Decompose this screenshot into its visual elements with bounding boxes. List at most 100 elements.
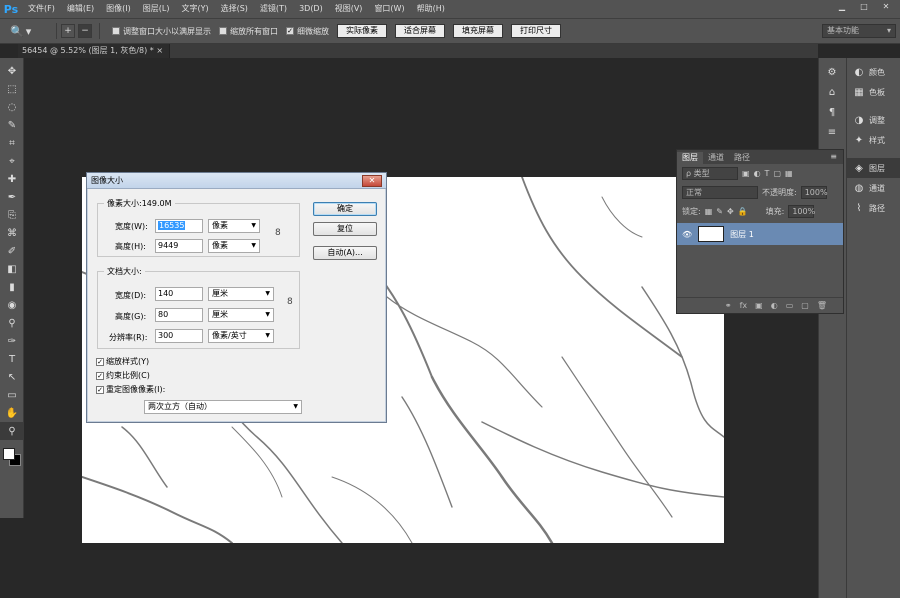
history-panel-button[interactable]: ⚙ [819,62,846,82]
brush-tool-icon[interactable]: ✒ [0,188,24,206]
checkbox-box[interactable]: ✓ [96,357,104,366]
shape-tool-icon[interactable]: ▭ [0,386,24,404]
fill-screen-button[interactable]: 填充屏幕 [453,24,503,38]
new-group-icon[interactable]: ▭ [786,301,794,310]
adjustments-panel-button[interactable]: ◑ 调整 [847,110,900,130]
layer-filter-select[interactable]: ρ 类型 [682,167,738,180]
menu-select[interactable]: 选择(S) [215,0,254,18]
blend-mode-select[interactable]: 正常 [682,186,758,199]
checkbox-box[interactable]: ✓ [96,371,104,380]
swatches-panel-button[interactable]: ▦ 色板 [847,82,900,102]
healing-brush-tool-icon[interactable]: ✚ [0,170,24,188]
type-tool-icon[interactable]: T [0,350,24,368]
resolution-unit-select[interactable]: 像素/英寸 ▼ [208,329,274,343]
menu-window[interactable]: 窗口(W) [368,0,410,18]
doc-width-input[interactable]: 140 [155,287,203,301]
lock-position-icon[interactable]: ✥ [727,207,734,216]
panel-menu-icon[interactable]: ≡ [830,152,837,161]
dodge-tool-icon[interactable]: ◉ [0,296,24,314]
print-size-button[interactable]: 打印尺寸 [511,24,561,38]
actual-pixels-button[interactable]: 实际像素 [337,24,387,38]
pixel-height-input[interactable]: 9449 [155,239,203,253]
maximize-button[interactable]: □ [854,1,874,13]
dialog-close-button[interactable]: ✕ [362,175,382,187]
fit-screen-button[interactable]: 适合屏幕 [395,24,445,38]
channels-panel-button[interactable]: ◍ 通道 [847,178,900,198]
hand-tool-icon[interactable]: ✋ [0,404,24,422]
delete-layer-icon[interactable]: 🗑 [817,301,827,310]
zoom-tool-icon[interactable]: ⚲ [0,422,24,440]
fill-input[interactable]: 100% [788,205,815,218]
new-layer-icon[interactable]: ▢ [801,301,809,310]
checkbox-box[interactable]: ✓ [286,27,294,35]
doc-height-unit-select[interactable]: 厘米 ▼ [208,308,274,322]
marquee-tool-icon[interactable]: ⬚ [0,80,24,98]
pixel-width-unit-select[interactable]: 像素 ▼ [208,219,260,233]
gradient-tool-icon[interactable]: ◧ [0,260,24,278]
pixel-width-input[interactable]: 16535 [155,219,203,233]
resample-checkbox[interactable]: ✓ 重定图像像素(I): [96,384,165,395]
menu-view[interactable]: 视图(V) [329,0,369,18]
zoom-all-checkbox[interactable]: 缩放所有窗口 [219,26,278,37]
foreground-color-swatch[interactable] [3,448,15,460]
pen-anchor-tool-icon[interactable]: ✑ [0,332,24,350]
pixel-height-unit-select[interactable]: 像素 ▼ [208,239,260,253]
doc-height-input[interactable]: 80 [155,308,203,322]
pen-tool-icon[interactable]: ⚲ [0,314,24,332]
lock-all-icon[interactable]: 🔒 [738,207,748,216]
filter-smart-icon[interactable]: ▦ [785,169,793,178]
path-select-tool-icon[interactable]: ↖ [0,368,24,386]
styles-panel-button[interactable]: ✦ 样式 [847,130,900,150]
checkbox-box[interactable] [219,27,227,35]
resolution-input[interactable]: 300 [155,329,203,343]
tab-paths[interactable]: 路径 [729,152,755,164]
resample-method-select[interactable]: 两次立方（自动） ▼ [144,400,302,414]
filter-type-icon[interactable]: T [765,169,770,178]
menu-layer[interactable]: 图层(L) [137,0,176,18]
new-adjustment-icon[interactable]: ◐ [771,301,778,310]
minimize-button[interactable]: ▁ [832,1,852,13]
menu-edit[interactable]: 编辑(E) [61,0,100,18]
zoom-out-icon[interactable]: − [78,24,92,38]
layer-style-icon[interactable]: fx [740,301,748,310]
menu-image[interactable]: 图像(I) [100,0,137,18]
eraser-tool-icon[interactable]: ✐ [0,242,24,260]
menu-type[interactable]: 文字(Y) [175,0,214,18]
link-layers-icon[interactable]: ⚭ [725,301,732,310]
close-button[interactable]: ✕ [876,1,896,13]
add-mask-icon[interactable]: ▣ [755,301,763,310]
visibility-eye-icon[interactable]: 👁 [682,230,692,239]
menu-3d[interactable]: 3D(D) [293,0,329,18]
constrain-proportions-checkbox[interactable]: ✓ 约束比例(C) [96,370,150,381]
menu-filter[interactable]: 滤镜(T) [254,0,293,18]
scrubby-zoom-checkbox[interactable]: ✓ 细微缩放 [286,26,329,37]
filter-shape-icon[interactable]: ▢ [773,169,781,178]
opacity-input[interactable]: 100% [800,186,828,199]
checkbox-box[interactable] [112,27,120,35]
auto-button[interactable]: 自动(A)... [313,246,377,260]
layers-panel-button[interactable]: ◈ 图层 [847,158,900,178]
blur-tool-icon[interactable]: ▮ [0,278,24,296]
menu-file[interactable]: 文件(F) [22,0,61,18]
lock-transparent-icon[interactable]: ▦ [705,207,713,216]
lasso-tool-icon[interactable]: ◌ [0,98,24,116]
filter-pixel-icon[interactable]: ▣ [742,169,750,178]
paths-panel-button[interactable]: ⌇ 路径 [847,198,900,218]
layer-row[interactable]: 👁 图层 1 [677,223,843,245]
quick-select-tool-icon[interactable]: ✎ [0,116,24,134]
doc-width-unit-select[interactable]: 厘米 ▼ [208,287,274,301]
document-tab[interactable]: 56454 @ 5.52% (图层 1, 灰色/8) * × [18,44,170,58]
ok-button[interactable]: 确定 [313,202,377,216]
filter-adjust-icon[interactable]: ◐ [754,169,761,178]
scale-styles-checkbox[interactable]: ✓ 缩放样式(Y) [96,356,149,367]
crop-tool-icon[interactable]: ⌗ [0,134,24,152]
workspace-select[interactable]: 基本功能 ▾ [822,24,896,38]
paragraph-panel-button[interactable]: ¶ [819,102,846,122]
lock-pixels-icon[interactable]: ✎ [716,207,723,216]
info-panel-button[interactable]: ≡ [819,122,846,142]
resize-windows-checkbox[interactable]: 调整窗口大小以满屏显示 [112,26,211,37]
close-icon[interactable]: × [156,46,163,55]
properties-panel-button[interactable]: ⌂ [819,82,846,102]
color-panel-button[interactable]: ◐ 颜色 [847,62,900,82]
history-brush-tool-icon[interactable]: ⌘ [0,224,24,242]
